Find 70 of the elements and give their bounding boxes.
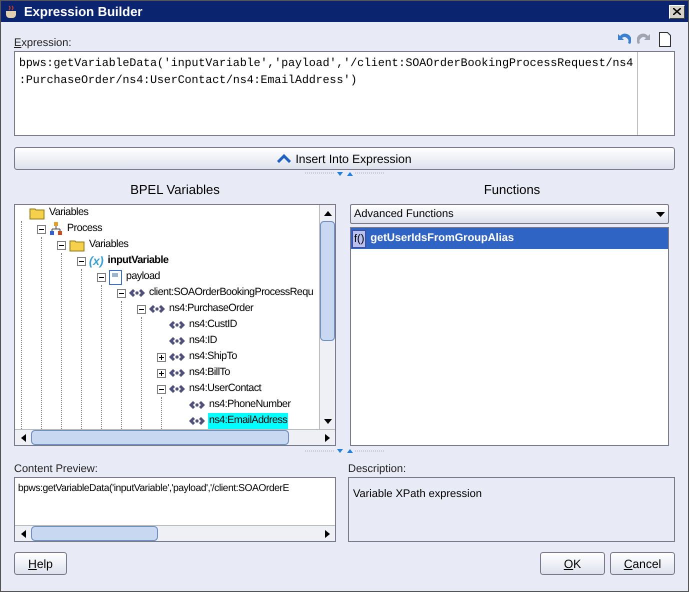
tree-item[interactable]: Variables <box>88 237 130 253</box>
expression-label: Expression: <box>14 36 72 50</box>
hierarchy-icon <box>49 222 63 236</box>
function-icon: f() <box>352 230 366 248</box>
element-icon <box>169 384 185 394</box>
element-icon <box>149 304 165 314</box>
element-icon <box>189 416 205 426</box>
element-icon <box>169 352 185 362</box>
right-arrow-icon <box>324 434 330 442</box>
description-text: Variable XPath expression <box>353 488 482 500</box>
collapse-toggle[interactable] <box>157 384 166 394</box>
tree-item[interactable]: ns4:EmailAddress <box>208 413 288 429</box>
scrollbar-thumb[interactable] <box>31 430 289 445</box>
left-arrow-icon <box>20 530 26 538</box>
dialog-button[interactable]: Help <box>14 552 67 575</box>
splitter-handle-icon[interactable] <box>304 448 384 454</box>
splitter-handle-icon[interactable] <box>304 171 384 177</box>
collapse-toggle[interactable] <box>97 272 106 282</box>
dialog-button[interactable]: Cancel <box>610 552 675 575</box>
function-item[interactable]: f() getUserIdsFromGroupAlias <box>351 228 668 249</box>
preview-text: bpws:getVariableData('inputVariable','payload','/client:SOAOrderE <box>17 482 290 496</box>
collapse-toggle[interactable] <box>117 288 126 298</box>
insert-into-expression-button[interactable]: Insert Into Expression <box>14 147 675 170</box>
tree-item[interactable]: client:SOAOrderBookingProcessRequ <box>148 285 314 301</box>
tree-item[interactable]: payload <box>125 269 161 285</box>
close-icon <box>673 8 681 15</box>
window-title: Expression Builder <box>24 2 144 21</box>
folder-icon <box>69 238 85 252</box>
up-chevron-icon <box>277 154 292 163</box>
close-button[interactable] <box>669 4 685 18</box>
tree-item[interactable]: ns4:UserContact <box>188 381 262 397</box>
element-icon <box>189 400 205 410</box>
undo-icon[interactable] <box>615 32 631 46</box>
dropdown-arrow-icon <box>656 212 665 216</box>
folder-icon <box>29 206 45 220</box>
scrollbar-thumb[interactable] <box>320 221 335 341</box>
collapse-toggle[interactable] <box>57 240 66 250</box>
scrollbar-thumb[interactable] <box>31 526 158 541</box>
tree-item[interactable]: ns4:CustID <box>188 317 238 333</box>
collapse-toggle[interactable] <box>137 304 146 314</box>
up-arrow-icon <box>324 210 332 216</box>
tree-item[interactable]: ns4:BillTo <box>188 365 231 381</box>
element-icon <box>169 368 185 378</box>
category-dropdown[interactable]: Advanced Functions <box>350 204 669 224</box>
variable-icon: (x) <box>89 255 104 267</box>
tree-item[interactable]: inputVariable <box>106 253 170 269</box>
down-arrow-icon <box>324 418 332 424</box>
tree-item[interactable]: Variables <box>48 205 90 221</box>
tree-item[interactable]: ns4:ID <box>188 333 218 349</box>
tree-item[interactable]: ns4:PhoneNumber <box>208 397 292 413</box>
right-arrow-icon <box>324 530 330 538</box>
description-label: Description: <box>348 462 408 477</box>
element-icon <box>129 288 145 298</box>
document-icon <box>109 270 122 284</box>
tree-item[interactable]: ns4:ShipTo <box>188 349 238 365</box>
element-icon <box>169 320 185 330</box>
expand-toggle[interactable] <box>157 368 166 378</box>
new-document-icon[interactable] <box>659 32 671 47</box>
collapse-toggle[interactable] <box>37 224 46 234</box>
expression-field[interactable]: bpws:getVariableData('inputVariable','payload','/client:SOAOrderBookingProcessRequest/ns4 :PurchaseOrder/ns4:UserContact/ns4:EmailAddress') <box>14 51 675 136</box>
content-preview-label: Content Preview: <box>14 462 99 477</box>
panel-heading: BPEL Variables <box>129 181 221 199</box>
tree-item[interactable]: ns4:PurchaseOrder <box>168 301 254 317</box>
dialog-button[interactable]: OK <box>540 552 605 575</box>
element-icon <box>169 336 185 346</box>
left-arrow-icon <box>20 434 26 442</box>
panel-heading: Functions <box>482 181 542 199</box>
tree-item[interactable]: Process <box>66 221 104 237</box>
collapse-toggle[interactable] <box>77 256 86 266</box>
expand-toggle[interactable] <box>157 352 166 362</box>
